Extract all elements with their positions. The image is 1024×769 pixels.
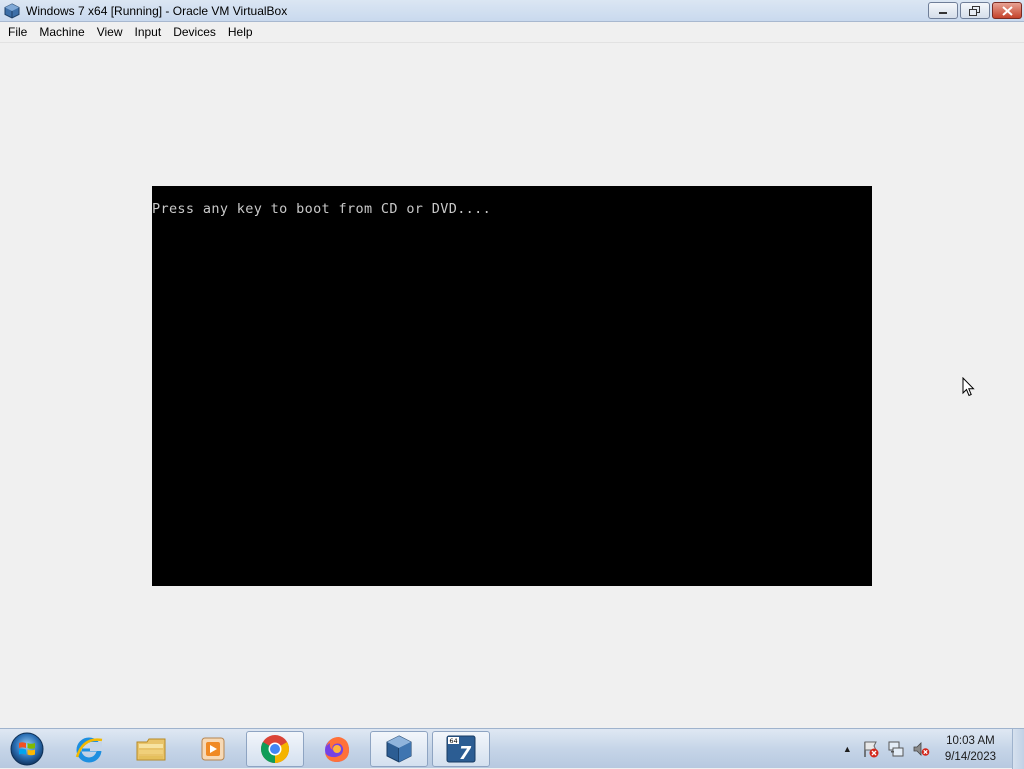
close-button[interactable] bbox=[992, 2, 1022, 19]
menu-help[interactable]: Help bbox=[222, 23, 259, 41]
virtualbox-icon bbox=[4, 2, 20, 19]
clock-time: 10:03 AM bbox=[946, 735, 995, 747]
taskbar-media-player[interactable] bbox=[184, 731, 242, 767]
windows-start-orb-icon bbox=[10, 732, 44, 766]
svg-text:64: 64 bbox=[449, 737, 457, 745]
taskbar-chrome[interactable] bbox=[246, 731, 304, 767]
taskbar-file-explorer[interactable] bbox=[122, 731, 180, 767]
virtualbox-icon bbox=[386, 735, 412, 763]
show-hidden-icons-button[interactable]: ▲ bbox=[843, 744, 852, 754]
taskbar-clock[interactable]: 10:03 AM 9/14/2023 bbox=[945, 733, 996, 765]
menu-input[interactable]: Input bbox=[129, 23, 168, 41]
taskbar-internet-explorer[interactable] bbox=[60, 731, 118, 767]
taskbar-virtualbox[interactable] bbox=[370, 731, 428, 767]
vm-display-area[interactable]: Press any key to boot from CD or DVD.... bbox=[0, 43, 1024, 728]
windows7-x64-vm-icon: 64 7 bbox=[446, 735, 476, 764]
taskbar: 64 7 ▲ 10:03 AM 9/14/2023 bbox=[0, 728, 1024, 769]
restore-button[interactable] bbox=[960, 2, 990, 19]
minimize-button[interactable] bbox=[928, 2, 958, 19]
mouse-cursor-icon bbox=[962, 377, 975, 397]
menu-view[interactable]: View bbox=[91, 23, 129, 41]
media-player-icon bbox=[201, 737, 225, 761]
close-icon bbox=[1001, 5, 1013, 16]
internet-explorer-icon bbox=[75, 737, 103, 763]
chrome-icon bbox=[261, 735, 289, 763]
window-titlebar[interactable]: Windows 7 x64 [Running] - Oracle VM Virt… bbox=[0, 0, 1024, 22]
volume-muted-icon[interactable] bbox=[912, 740, 930, 758]
menu-file[interactable]: File bbox=[2, 23, 33, 41]
svg-text:7: 7 bbox=[459, 743, 472, 764]
restore-icon bbox=[969, 5, 980, 16]
file-explorer-icon bbox=[136, 738, 166, 761]
taskbar-firefox[interactable] bbox=[308, 731, 366, 767]
network-icon[interactable] bbox=[887, 740, 905, 758]
menu-devices[interactable]: Devices bbox=[167, 23, 222, 41]
system-tray: ▲ 10:03 AM 9/14/2023 bbox=[843, 729, 1024, 769]
vm-boot-message: Press any key to boot from CD or DVD.... bbox=[152, 201, 492, 217]
menubar: File Machine View Input Devices Help bbox=[0, 22, 1024, 43]
vm-screen[interactable]: Press any key to boot from CD or DVD.... bbox=[152, 186, 872, 586]
menu-machine[interactable]: Machine bbox=[33, 23, 90, 41]
action-center-flag-icon[interactable] bbox=[862, 740, 880, 758]
show-desktop-button[interactable] bbox=[1012, 729, 1024, 769]
clock-date: 9/14/2023 bbox=[944, 751, 996, 763]
window-title: Windows 7 x64 [Running] - Oracle VM Virt… bbox=[26, 3, 288, 18]
minimize-icon bbox=[939, 11, 947, 14]
start-button[interactable] bbox=[6, 731, 48, 767]
firefox-icon bbox=[325, 737, 349, 762]
taskbar-windows7-vm[interactable]: 64 7 bbox=[432, 731, 490, 767]
